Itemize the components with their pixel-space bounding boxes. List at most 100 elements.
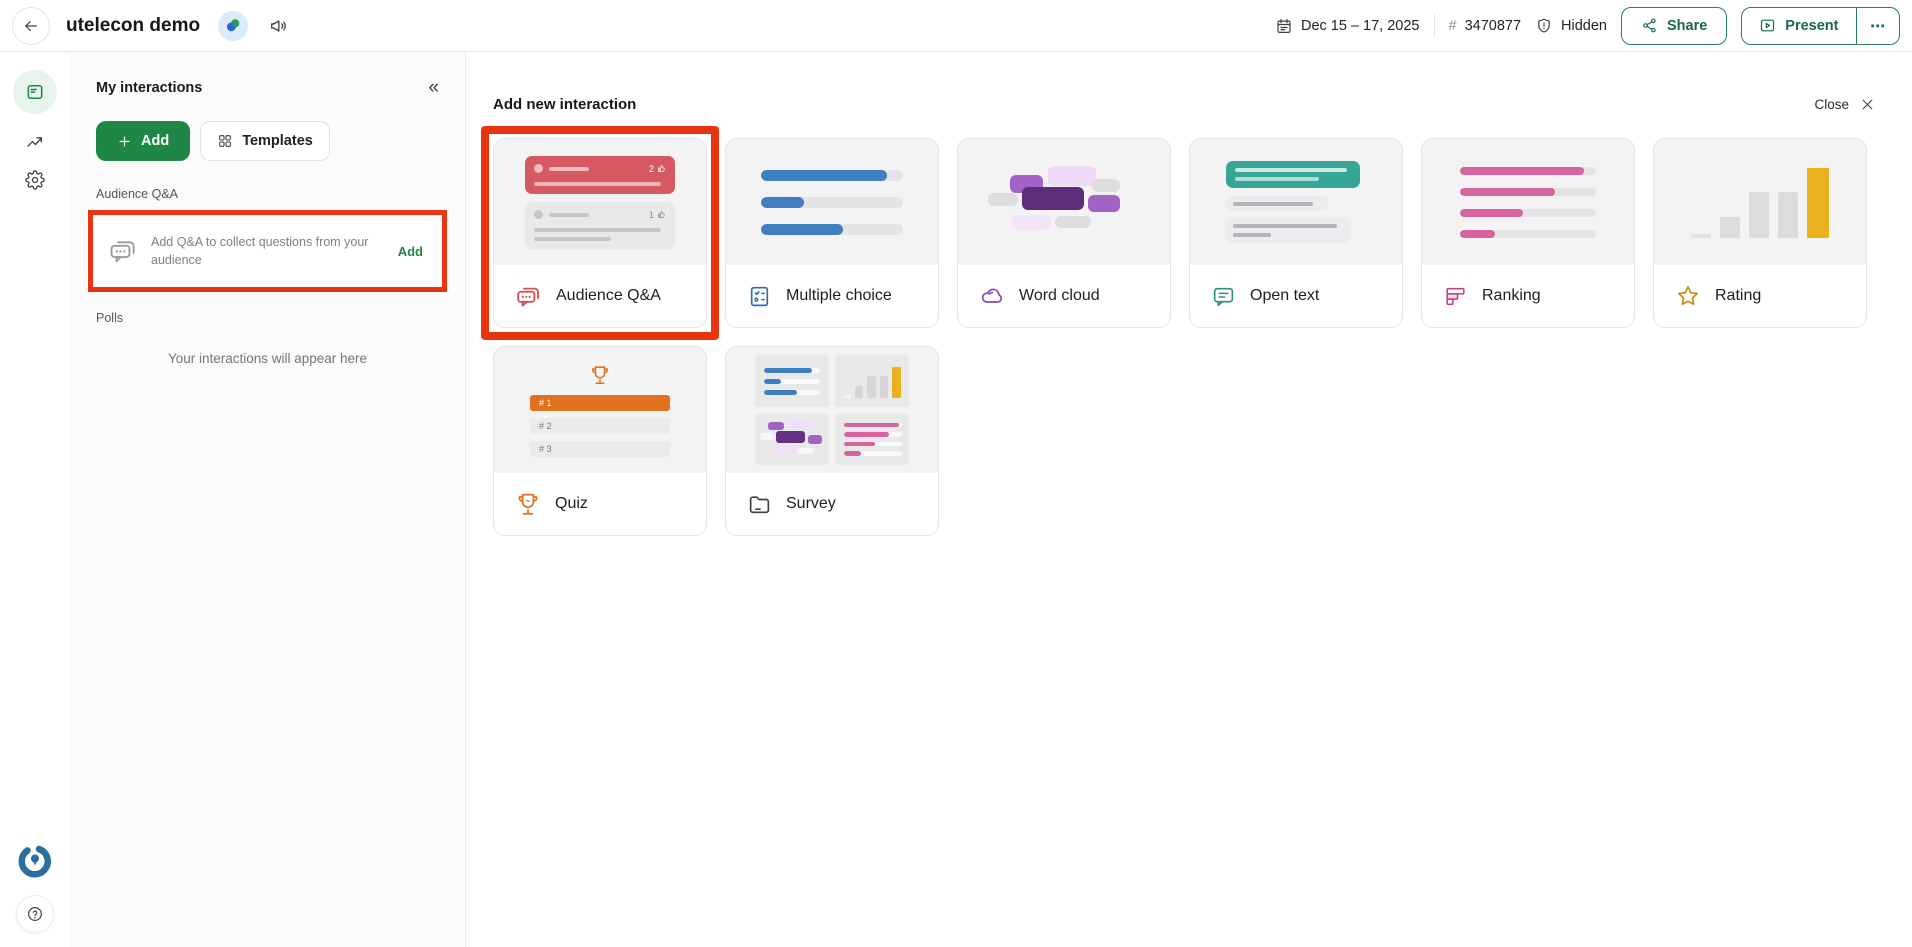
top-bar: utelecon demo Dec 15 – 17, 2025 # 347: [0, 0, 1912, 52]
quiz-rank-3: # 3: [530, 441, 670, 457]
card-ranking[interactable]: Ranking: [1421, 138, 1635, 328]
templates-grid-icon: [217, 133, 233, 149]
card-rating[interactable]: Rating: [1653, 138, 1867, 328]
share-label: Share: [1667, 18, 1707, 34]
polls-section-label: Polls: [96, 311, 439, 325]
date-range-label: Dec 15 – 17, 2025: [1301, 18, 1420, 34]
gear-icon: [25, 170, 45, 190]
close-button-label: Close: [1814, 97, 1849, 112]
present-more-button[interactable]: ⋯: [1857, 8, 1899, 44]
survey-illustration: [755, 355, 909, 465]
card-quiz[interactable]: # 1 # 2 # 3 Quiz: [493, 346, 707, 536]
card-label: Rating: [1715, 287, 1761, 305]
qa-bottom-vote-count: 1: [649, 210, 654, 220]
survey-mini-multiple-choice: [755, 355, 829, 407]
visibility-status[interactable]: Hidden: [1535, 17, 1607, 35]
topbar-divider: [1434, 14, 1435, 38]
qa-prompt-text: Add Q&A to collect questions from your a…: [151, 233, 385, 269]
present-split-button: Present ⋯: [1741, 7, 1900, 45]
audience-qa-illustration: 2: [525, 156, 675, 249]
megaphone-icon[interactable]: [268, 16, 288, 36]
interaction-type-grid: 2: [493, 138, 1875, 536]
presentation-title: utelecon demo: [66, 15, 200, 37]
word-cloud-icon: [979, 283, 1005, 309]
topbar-right-group: Dec 15 – 17, 2025 # 3470877 Hidden: [1275, 7, 1900, 45]
app-logo: [17, 843, 53, 879]
quiz-illustration: # 1 # 2 # 3: [530, 364, 670, 457]
present-label: Present: [1785, 18, 1838, 34]
qa-prompt-box[interactable]: Add Q&A to collect questions from your a…: [95, 217, 440, 285]
collapse-panel-icon[interactable]: «: [428, 78, 439, 97]
card-label: Survey: [786, 495, 836, 513]
date-range[interactable]: Dec 15 – 17, 2025: [1275, 17, 1420, 35]
card-label: Ranking: [1482, 287, 1541, 305]
qa-top-vote-count: 2: [649, 164, 654, 174]
multiple-choice-illustration: [761, 170, 903, 235]
hash-symbol: #: [1449, 18, 1457, 34]
card-label: Open text: [1250, 287, 1319, 305]
add-button-label: Add: [141, 133, 169, 149]
ranking-illustration: [1460, 167, 1596, 238]
voting-code-value: 3470877: [1465, 18, 1521, 34]
question-mark-icon: [26, 905, 44, 923]
share-button[interactable]: Share: [1621, 7, 1727, 45]
add-interaction-button[interactable]: Add: [96, 121, 190, 161]
quiz-rank-1: # 1: [530, 395, 670, 411]
close-button[interactable]: Close: [1814, 97, 1875, 112]
open-text-icon: [1211, 284, 1236, 309]
qa-add-link[interactable]: Add: [398, 244, 427, 259]
quiz-rank-2: # 2: [530, 418, 670, 434]
multiple-choice-icon: [747, 284, 772, 309]
chat-bubbles-icon: [108, 236, 138, 266]
qa-highlight-annotation: Add Q&A to collect questions from your a…: [88, 210, 447, 292]
open-text-illustration: [1226, 161, 1366, 243]
rail-item-results[interactable]: [25, 132, 45, 152]
card-open-text[interactable]: Open text: [1189, 138, 1403, 328]
present-button[interactable]: Present: [1742, 8, 1855, 44]
my-interactions-panel: My interactions « Add Temp: [70, 52, 466, 947]
survey-folder-icon: [747, 492, 772, 517]
quiz-trophy-icon: [515, 491, 541, 517]
word-cloud-illustration: [988, 166, 1140, 238]
rail-item-editor[interactable]: [13, 70, 57, 114]
add-interaction-panel: Add new interaction Close: [466, 52, 1912, 947]
trophy-illustration-icon: [589, 364, 611, 386]
shield-exclamation-icon: [1535, 17, 1553, 35]
help-button[interactable]: [16, 895, 54, 933]
survey-mini-ranking: [835, 413, 909, 465]
survey-mini-word-cloud: [755, 413, 829, 465]
card-label: Quiz: [555, 495, 588, 513]
card-audience-qa[interactable]: 2: [493, 138, 707, 328]
left-icon-rail: [0, 52, 70, 947]
audience-qa-icon: [515, 283, 542, 310]
share-icon: [1641, 17, 1658, 34]
card-slot-audience-qa: 2: [493, 138, 707, 328]
close-icon: [1860, 97, 1875, 112]
card-label: Multiple choice: [786, 287, 892, 305]
slides-editor-icon: [25, 82, 45, 102]
rating-star-icon: [1675, 283, 1701, 309]
templates-button[interactable]: Templates: [200, 121, 330, 161]
card-multiple-choice[interactable]: Multiple choice: [725, 138, 939, 328]
rail-bottom-group: [16, 843, 54, 933]
rating-illustration: [1691, 166, 1829, 238]
panel-title: My interactions: [96, 80, 202, 96]
card-label: Audience Q&A: [556, 287, 661, 305]
trending-up-icon: [25, 132, 45, 152]
arrow-left-icon: [22, 17, 40, 35]
voting-code[interactable]: # 3470877: [1449, 18, 1522, 34]
qa-section-label: Audience Q&A: [96, 187, 439, 201]
plus-icon: [117, 134, 132, 149]
card-survey[interactable]: Survey: [725, 346, 939, 536]
card-word-cloud[interactable]: Word cloud: [957, 138, 1171, 328]
templates-button-label: Templates: [242, 133, 313, 149]
back-button[interactable]: [12, 7, 50, 45]
ranking-icon: [1443, 284, 1468, 309]
survey-mini-rating: [835, 355, 909, 407]
calendar-icon: [1275, 17, 1293, 35]
rail-item-settings[interactable]: [25, 170, 45, 190]
card-label: Word cloud: [1019, 287, 1100, 305]
collaboration-badge-icon[interactable]: [218, 11, 248, 41]
empty-interactions-message: Your interactions will appear here: [96, 351, 439, 366]
present-play-icon: [1759, 17, 1776, 34]
